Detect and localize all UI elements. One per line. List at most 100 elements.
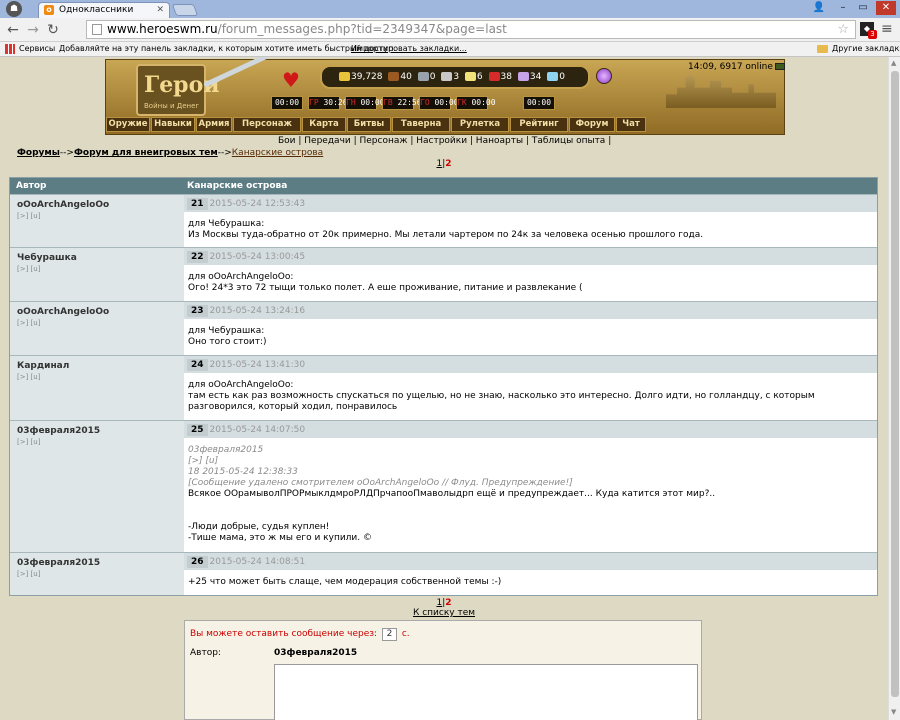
post-text-line: Ого! 24*3 это 72 тыщи только полет. А еш… bbox=[188, 283, 583, 293]
page-scrollbar[interactable]: ▲ ▼ bbox=[888, 57, 900, 720]
reload-icon[interactable]: ↻ bbox=[44, 21, 62, 39]
game-header-banner: Герои Войны и Денег ♥ 39,728 40 0 3 6 38… bbox=[105, 57, 785, 135]
nav-skills[interactable]: Навыки bbox=[151, 117, 195, 132]
timer-key: ГР bbox=[309, 98, 319, 107]
post-author[interactable]: 03февраля2015 bbox=[17, 558, 184, 568]
tab-close-icon[interactable]: ✕ bbox=[156, 5, 164, 15]
apps-icon[interactable] bbox=[5, 44, 15, 54]
diamond-icon bbox=[547, 72, 559, 81]
post-author[interactable]: 03февраля2015 bbox=[17, 426, 184, 436]
odnoklassniki-icon: o bbox=[44, 5, 54, 15]
scroll-down-icon[interactable]: ▼ bbox=[891, 708, 896, 716]
scroll-thumb[interactable] bbox=[891, 71, 899, 697]
folder-icon bbox=[817, 45, 828, 53]
post-author-cell: 03февраля2015 [>] [u] bbox=[10, 553, 184, 595]
post-author[interactable]: Чебурашка bbox=[17, 253, 184, 263]
timer-key: ГН bbox=[346, 98, 356, 107]
page-2-current: 2 bbox=[445, 159, 452, 169]
post-text-line: [Сообщение удалено смотрителем oOoArchAn… bbox=[188, 478, 573, 488]
post-meta: 24 2015-05-24 13:41:30 bbox=[184, 356, 877, 373]
message-textarea[interactable] bbox=[274, 664, 698, 720]
post-number[interactable]: 22 bbox=[187, 251, 208, 263]
post-text: +25 что может быть слаще, чем модерация … bbox=[184, 570, 877, 588]
back-to-topics-link[interactable]: К списку тем bbox=[0, 608, 888, 618]
nav-character[interactable]: Персонаж bbox=[233, 117, 301, 132]
nav-chat[interactable]: Чат bbox=[616, 117, 646, 132]
post-author[interactable]: Кардинал bbox=[17, 361, 184, 371]
bookmarks-hint: Добавляйте на эту панель закладки, к кот… bbox=[59, 44, 397, 53]
resources-bar: 39,728 40 0 3 6 38 34 0 bbox=[320, 65, 590, 89]
timer-gk: ГК 00:00 bbox=[456, 96, 496, 110]
post-number[interactable]: 21 bbox=[187, 198, 208, 210]
nav-map[interactable]: Карта bbox=[302, 117, 346, 132]
nav-roulette[interactable]: Рулетка bbox=[451, 117, 509, 132]
forum-posts: oOoArchAngeloOo [>] [u] 21 2015-05-24 12:53… bbox=[10, 194, 877, 595]
sub-links[interactable]: Бои | Передачи | Персонаж | Настройки | … bbox=[278, 136, 611, 146]
breadcrumb-forums[interactable]: Форумы bbox=[17, 148, 60, 158]
timer-key: ГВ bbox=[383, 98, 393, 107]
post-number[interactable]: 23 bbox=[187, 305, 208, 317]
post-date: 2015-05-24 14:07:50 bbox=[209, 425, 306, 435]
res-diamonds: 0 bbox=[559, 72, 565, 82]
res-sulfur: 6 bbox=[476, 72, 483, 82]
nav-tavern[interactable]: Таверна bbox=[392, 117, 450, 132]
author-links[interactable]: [>] [u] bbox=[17, 319, 184, 327]
minimize-icon[interactable]: – bbox=[836, 1, 850, 15]
post-number[interactable]: 26 bbox=[187, 556, 208, 568]
timer-mana: 00:00 bbox=[523, 96, 555, 110]
nav-forum[interactable]: Форум bbox=[569, 117, 615, 132]
back-icon[interactable]: ← bbox=[4, 21, 22, 39]
author-links[interactable]: [>] [u] bbox=[17, 265, 184, 273]
page-icon bbox=[92, 24, 102, 35]
new-tab-button[interactable] bbox=[171, 4, 199, 16]
user-icon[interactable]: 👤 bbox=[812, 1, 826, 15]
wait-seconds: 2 bbox=[381, 628, 397, 641]
forward-icon[interactable]: → bbox=[24, 21, 42, 39]
wait-pre: Вы можете оставить сообщение через: bbox=[190, 629, 378, 639]
timer-gv: ГВ 22:56 bbox=[382, 96, 422, 110]
browser-tab[interactable]: o Одноклассники ✕ bbox=[38, 2, 170, 18]
post-text-line: +25 что может быть слаще, чем модерация … bbox=[188, 577, 502, 587]
post-number[interactable]: 25 bbox=[187, 424, 208, 436]
res-gems: 34 bbox=[529, 72, 542, 82]
nav-rating[interactable]: Рейтинг bbox=[510, 117, 568, 132]
post-body: 25 2015-05-24 14:07:50 03февраля2015 [>] [u… bbox=[184, 421, 877, 552]
star-icon[interactable]: ☆ bbox=[837, 21, 849, 38]
post-body: 21 2015-05-24 12:53:43 для Чебурашка: Из Мо… bbox=[184, 195, 877, 247]
post-text-line: для Чебурашка: bbox=[188, 326, 265, 336]
post-date: 2015-05-24 12:53:43 bbox=[209, 199, 306, 209]
address-bar[interactable]: www.heroeswm.ru/forum_messages.php?tid=2… bbox=[86, 20, 856, 39]
author-links[interactable]: [>] [u] bbox=[17, 570, 184, 578]
nav-battles[interactable]: Битвы bbox=[347, 117, 391, 132]
nav-army[interactable]: Армия bbox=[196, 117, 232, 132]
post-text-line: для oOoArchAngeloOo: bbox=[188, 272, 294, 282]
crystal-icon bbox=[488, 72, 500, 81]
post-text-line: -Люди добрые, судья куплен! bbox=[188, 522, 330, 532]
post-author[interactable]: oOoArchAngeloOo bbox=[17, 307, 184, 317]
timer-value: 00:00 bbox=[434, 98, 459, 107]
import-bookmarks-link[interactable]: Импортировать закладки... bbox=[351, 42, 467, 56]
breadcrumb-topic[interactable]: Канарские острова bbox=[232, 148, 323, 158]
menu-icon[interactable]: ≡ bbox=[881, 21, 893, 37]
author-links[interactable]: [>] [u] bbox=[17, 373, 184, 381]
breadcrumb-section[interactable]: Форум для внеигровых тем bbox=[74, 148, 218, 158]
post-number[interactable]: 24 bbox=[187, 359, 208, 371]
potion-icon[interactable] bbox=[596, 68, 612, 84]
post-author[interactable]: oOoArchAngeloOo bbox=[17, 200, 184, 210]
game-logo[interactable]: Герои Войны и Денег bbox=[136, 64, 220, 116]
post-text-line: 03февраля2015 bbox=[188, 445, 264, 455]
post-text-line bbox=[188, 500, 877, 511]
timer-go: ГО 00:00 bbox=[419, 96, 459, 110]
bookmark-services[interactable]: Сервисы bbox=[19, 42, 55, 56]
url-path: /forum_messages.php?tid=2349347&page=las… bbox=[217, 22, 507, 36]
scroll-up-icon[interactable]: ▲ bbox=[891, 59, 896, 67]
window-close-icon[interactable]: ✕ bbox=[876, 1, 896, 15]
other-bookmarks[interactable]: Другие закладки bbox=[832, 42, 900, 56]
nav-weapons[interactable]: Оружие bbox=[106, 117, 150, 132]
author-links[interactable]: [>] [u] bbox=[17, 438, 184, 446]
author-links[interactable]: [>] [u] bbox=[17, 212, 184, 220]
post-meta: 21 2015-05-24 12:53:43 bbox=[184, 195, 877, 212]
maximize-icon[interactable]: ▭ bbox=[856, 1, 870, 15]
online-icon[interactable] bbox=[774, 63, 785, 70]
chrome-icon[interactable]: ☗ bbox=[6, 1, 22, 17]
